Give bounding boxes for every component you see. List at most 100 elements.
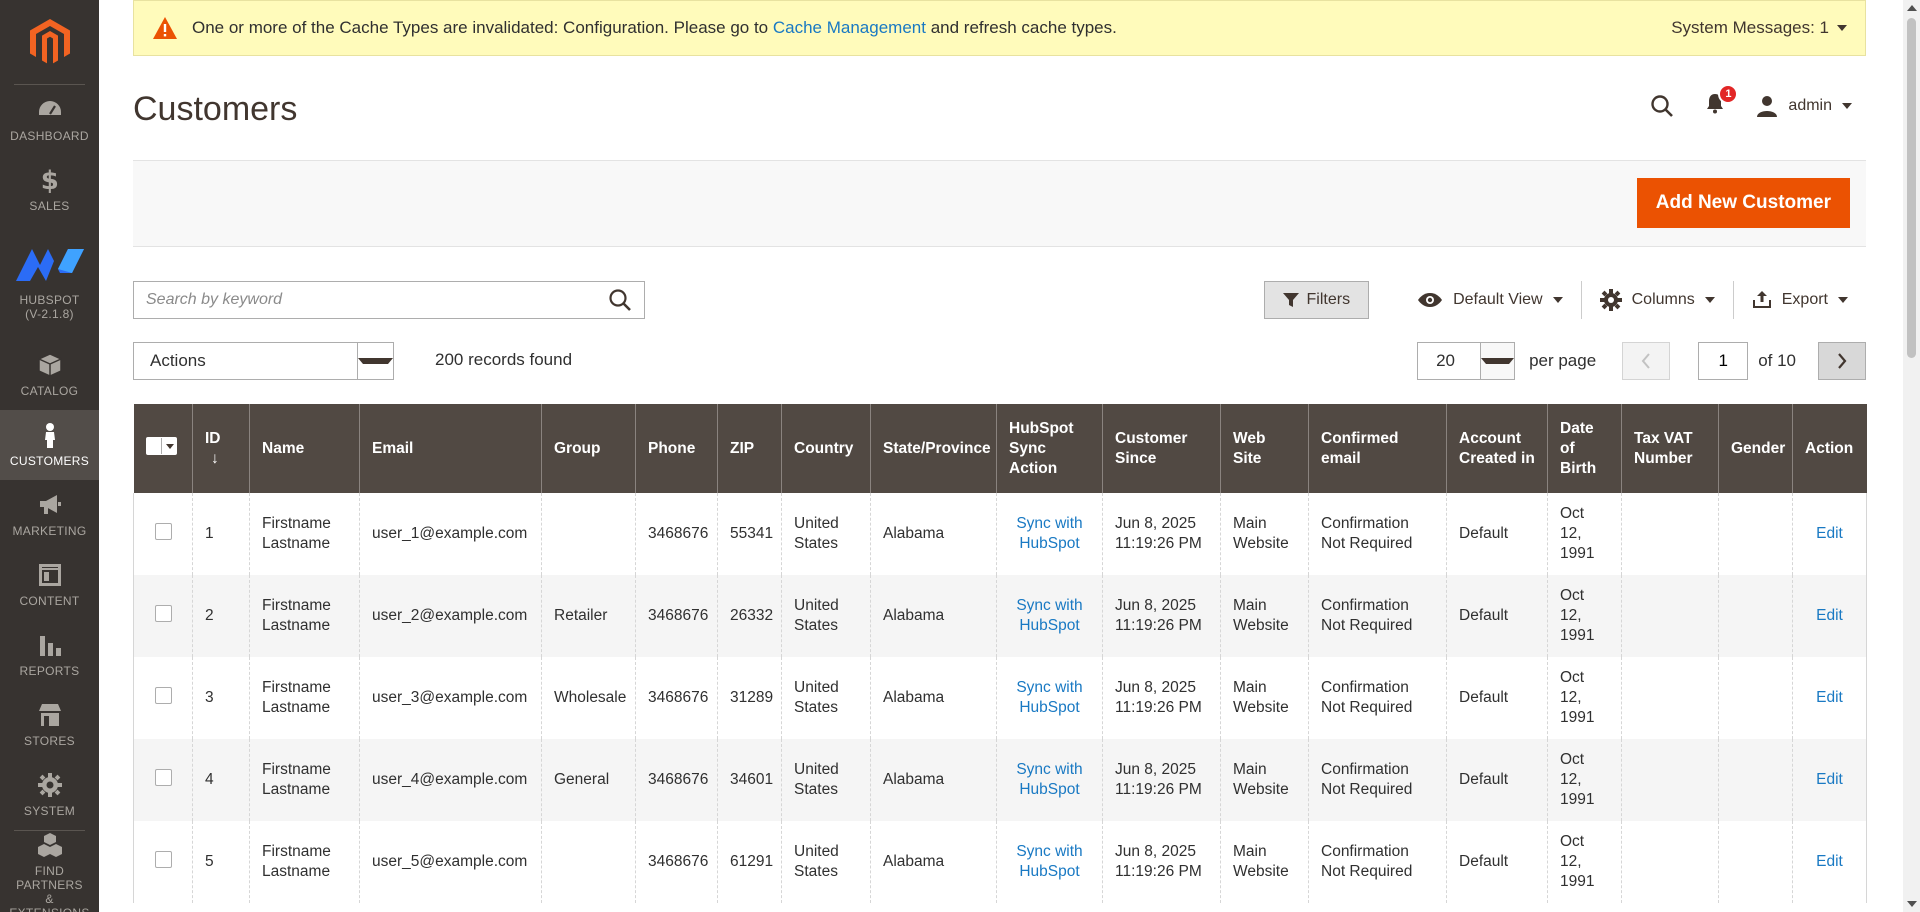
magento-logo[interactable] bbox=[14, 0, 85, 85]
table-row[interactable]: 5 Firstname Lastname user_5@example.com 346… bbox=[133, 821, 1867, 903]
edit-link[interactable]: Edit bbox=[1816, 525, 1843, 542]
cell-state: Alabama bbox=[870, 657, 997, 739]
edit-link[interactable]: Edit bbox=[1816, 853, 1843, 870]
cell-gender bbox=[1718, 657, 1793, 739]
default-view-dropdown[interactable]: Default View bbox=[1399, 281, 1582, 319]
column-header-account-created-in[interactable]: Account Created in bbox=[1446, 404, 1548, 493]
row-checkbox[interactable] bbox=[154, 686, 172, 704]
column-header-date-of-birth[interactable]: Date of Birth bbox=[1547, 404, 1622, 493]
table-row[interactable]: 4 Firstname Lastname user_4@example.com Gen… bbox=[133, 739, 1867, 821]
caret-down-icon bbox=[1837, 25, 1847, 31]
table-row[interactable]: 3 Firstname Lastname user_3@example.com Who… bbox=[133, 657, 1867, 739]
cell-created_in: Default bbox=[1446, 657, 1548, 739]
page-scrollbar[interactable] bbox=[1903, 0, 1920, 912]
cell-name: Firstname Lastname bbox=[249, 657, 360, 739]
search-input[interactable] bbox=[146, 291, 608, 309]
edit-link[interactable]: Edit bbox=[1816, 607, 1843, 624]
column-header-country[interactable]: Country bbox=[781, 404, 871, 493]
cache-management-link[interactable]: Cache Management bbox=[773, 18, 926, 37]
cell-action: Edit bbox=[1792, 657, 1867, 739]
sidebar-item-hubspot[interactable]: HUBSPOT (V-2.1.8) bbox=[0, 225, 99, 340]
previous-page-button[interactable] bbox=[1622, 342, 1671, 380]
edit-link[interactable]: Edit bbox=[1816, 689, 1843, 706]
sidebar-item-catalog[interactable]: CATALOG bbox=[0, 340, 99, 410]
sync-with-hubspot-link[interactable]: Sync with HubSpot bbox=[1016, 761, 1082, 798]
filters-button[interactable]: Filters bbox=[1263, 281, 1370, 319]
search-icon[interactable] bbox=[608, 288, 632, 312]
row-select-cell bbox=[133, 575, 193, 657]
cell-created_in: Default bbox=[1446, 821, 1548, 903]
sync-with-hubspot-link[interactable]: Sync with HubSpot bbox=[1016, 843, 1082, 880]
cell-website: Main Website bbox=[1220, 657, 1309, 739]
sidebar-item-customers[interactable]: CUSTOMERS bbox=[0, 410, 99, 480]
row-checkbox[interactable] bbox=[154, 604, 172, 622]
column-header-customer-since[interactable]: Customer Since bbox=[1102, 404, 1221, 493]
column-header-group[interactable]: Group bbox=[541, 404, 636, 493]
column-header-hubspot-sync-action[interactable]: HubSpot Sync Action bbox=[996, 404, 1103, 493]
cell-id: 3 bbox=[192, 657, 250, 739]
sidebar-item-find-partners[interactable]: FIND PARTNERS& EXTENSIONS bbox=[9, 830, 89, 912]
column-header-id[interactable]: ID ↓ bbox=[192, 404, 250, 493]
cell-zip: 34601 bbox=[717, 739, 782, 821]
table-row[interactable]: 2 Firstname Lastname user_2@example.com Ret… bbox=[133, 575, 1867, 657]
scrollbar-thumb[interactable] bbox=[1907, 18, 1916, 358]
mass-select-checkbox[interactable] bbox=[145, 437, 177, 455]
eye-icon bbox=[1418, 293, 1443, 307]
cell-country: United States bbox=[781, 575, 871, 657]
column-header-action[interactable]: Action bbox=[1792, 404, 1867, 493]
scroll-up-arrow-icon[interactable] bbox=[1907, 5, 1917, 11]
table-row[interactable]: 1 Firstname Lastname user_1@example.com 346… bbox=[133, 493, 1867, 575]
cell-zip: 61291 bbox=[717, 821, 782, 903]
sidebar-item-content[interactable]: CONTENT bbox=[0, 550, 99, 620]
next-page-button[interactable] bbox=[1818, 342, 1866, 380]
row-checkbox[interactable] bbox=[154, 522, 172, 540]
column-header-gender[interactable]: Gender bbox=[1718, 404, 1793, 493]
column-header-zip[interactable]: ZIP bbox=[717, 404, 782, 493]
per-page-select[interactable]: 20 bbox=[1417, 342, 1516, 380]
column-header-web-site[interactable]: Web Site bbox=[1220, 404, 1309, 493]
edit-link[interactable]: Edit bbox=[1816, 771, 1843, 788]
column-header-phone[interactable]: Phone bbox=[635, 404, 718, 493]
add-new-customer-button[interactable]: Add New Customer bbox=[1636, 178, 1850, 228]
system-messages-toggle[interactable]: System Messages: 1 bbox=[1671, 18, 1847, 38]
sync-with-hubspot-link[interactable]: Sync with HubSpot bbox=[1016, 679, 1082, 716]
column-header-email[interactable]: Email bbox=[359, 404, 542, 493]
search-icon[interactable] bbox=[1650, 94, 1674, 118]
sidebar-item-sales[interactable]: $ SALES bbox=[0, 155, 99, 225]
cell-dob: Oct 12, 1991 bbox=[1547, 739, 1622, 821]
cell-id: 1 bbox=[192, 493, 250, 575]
sidebar-item-dashboard[interactable]: DASHBOARD bbox=[0, 85, 99, 155]
caret-down-icon bbox=[1552, 297, 1563, 303]
box-icon bbox=[37, 353, 62, 377]
sync-with-hubspot-link[interactable]: Sync with HubSpot bbox=[1016, 515, 1082, 552]
columns-dropdown[interactable]: Columns bbox=[1582, 281, 1734, 319]
scroll-down-arrow-icon[interactable] bbox=[1907, 901, 1917, 907]
column-header-tax-vat-number[interactable]: Tax VAT Number bbox=[1621, 404, 1719, 493]
sidebar-item-marketing[interactable]: MARKETING bbox=[0, 480, 99, 550]
column-header-state-province[interactable]: State/Province bbox=[870, 404, 997, 493]
layout-icon bbox=[38, 564, 61, 586]
row-checkbox[interactable] bbox=[154, 850, 172, 868]
row-checkbox[interactable] bbox=[154, 768, 172, 786]
sidebar-item-system[interactable]: SYSTEM bbox=[0, 760, 99, 830]
cell-id: 2 bbox=[192, 575, 250, 657]
mass-select-header[interactable] bbox=[133, 404, 193, 493]
dropdown-arrow-icon bbox=[357, 343, 393, 379]
column-header-name[interactable]: Name bbox=[249, 404, 360, 493]
mass-actions-select[interactable]: Actions bbox=[133, 342, 394, 380]
current-page-input[interactable] bbox=[1698, 342, 1749, 380]
sync-with-hubspot-link[interactable]: Sync with HubSpot bbox=[1016, 597, 1082, 634]
notifications-button[interactable]: 1 bbox=[1704, 84, 1739, 119]
export-dropdown[interactable]: Export bbox=[1734, 281, 1852, 319]
customers-grid: ID ↓ Name Email Group Phone ZIP Country State/P… bbox=[133, 404, 1867, 903]
sidebar-item-label: HUBSPOT bbox=[19, 292, 80, 307]
column-header-confirmed-email[interactable]: Confirmed email bbox=[1308, 404, 1447, 493]
cell-group: Retailer bbox=[541, 575, 636, 657]
pagination: 20 per page of 10 bbox=[1417, 342, 1866, 380]
sidebar-item-reports[interactable]: REPORTS bbox=[0, 620, 99, 690]
sidebar-item-stores[interactable]: STORES bbox=[0, 690, 99, 760]
admin-user-menu[interactable]: admin bbox=[1756, 95, 1852, 117]
cell-sync: Sync with HubSpot bbox=[996, 821, 1103, 903]
cell-country: United States bbox=[781, 657, 871, 739]
header-actions: 1 admin bbox=[1650, 84, 1852, 119]
